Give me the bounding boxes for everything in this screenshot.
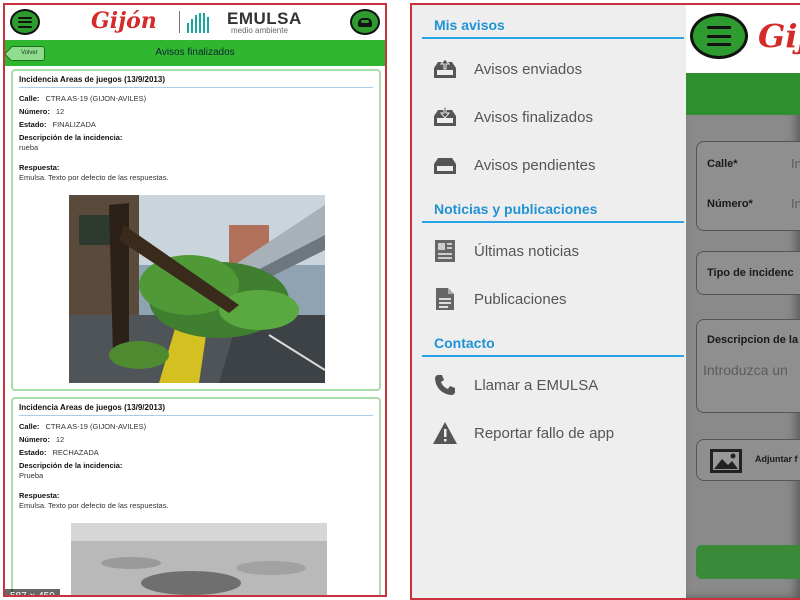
address-box: Calle* In Número* In [696, 141, 800, 231]
logo-divider [179, 11, 180, 33]
background-titlebar [686, 73, 800, 115]
adjuntar-label: Adjuntar f [755, 454, 798, 464]
car-icon [358, 17, 372, 27]
incident-card[interactable]: Incidencia Areas de juegos (13/9/2013) C… [11, 397, 381, 595]
incident-photo-fallen-tree [69, 195, 325, 383]
menu-item-label: Avisos pendientes [474, 156, 596, 174]
car-button[interactable] [350, 9, 380, 35]
menu-item-publicaciones[interactable]: Publicaciones [422, 279, 684, 319]
section-divider [422, 37, 684, 39]
menu-item-label: Reportar fallo de app [474, 424, 615, 442]
menu-item-label: Avisos finalizados [474, 108, 593, 126]
description-block: Descripción de la incidencia: rueba [19, 133, 123, 152]
gijon-logo: Gij [758, 17, 800, 55]
menu-item-ultimas-noticias[interactable]: Últimas noticias [422, 231, 684, 271]
description-value: rueba [19, 143, 39, 152]
inbox-upload-icon [432, 56, 458, 82]
navigation-drawer: Mis avisos Avisos enviados Avisos finali… [412, 5, 686, 598]
right-phone-screen: Mis avisos Avisos enviados Avisos finali… [410, 3, 800, 600]
incident-card[interactable]: Incidencia Areas de juegos (13/9/2013) C… [11, 69, 381, 391]
street-row: Calle: CTRA AS-19 (GIJON-AVILES) [19, 422, 147, 431]
street-value: CTRA AS-19 (GIJON-AVILES) [45, 94, 147, 103]
incident-photo-road [71, 523, 327, 595]
street-row: Calle: CTRA AS-19 (GIJON-AVILES) [19, 94, 147, 103]
title-bar: Avisos finalizados Volver [5, 40, 385, 66]
tipo-incidencia-select[interactable]: Tipo de incidenc [696, 251, 800, 295]
emulsa-logo-subtitle: medio ambiente [231, 26, 288, 35]
description-value: Prueba [19, 471, 44, 480]
response-value: Emulsa. Texto por defecto de las respues… [19, 501, 169, 510]
hamburger-icon [18, 16, 32, 28]
menu-item-reportar-fallo[interactable]: Reportar fallo de app [422, 413, 684, 453]
app-header: Gijón EMULSA medio ambiente [5, 5, 385, 39]
section-divider [422, 355, 684, 357]
submit-button[interactable] [696, 545, 800, 579]
phone-icon [432, 372, 458, 398]
page-title: Avisos finalizados [155, 47, 235, 58]
status-row: Estado: FINALIZADA [19, 120, 96, 129]
status-value: RECHAZADA [52, 448, 99, 457]
section-divider [422, 221, 684, 223]
image-icon [709, 448, 743, 479]
menu-item-llamar[interactable]: Llamar a EMULSA [422, 365, 684, 405]
street-value: CTRA AS-19 (GIJON-AVILES) [45, 422, 147, 431]
status-row: Estado: RECHAZADA [19, 448, 99, 457]
inbox-download-icon [432, 104, 458, 130]
menu-item-avisos-finalizados[interactable]: Avisos finalizados [422, 97, 684, 137]
menu-item-avisos-pendientes[interactable]: Avisos pendientes [422, 145, 684, 185]
numero-label: Número* [707, 198, 753, 210]
status-value: FINALIZADA [52, 120, 96, 129]
menu-item-label: Últimas noticias [474, 242, 580, 260]
newspaper-icon [432, 238, 458, 264]
back-button[interactable]: Volver [10, 46, 45, 61]
menu-item-label: Publicaciones [474, 290, 567, 308]
gijon-logo: Gijón [91, 8, 157, 34]
number-value: 12 [55, 107, 65, 116]
menu-item-label: Llamar a EMULSA [474, 376, 599, 394]
menu-button[interactable] [10, 9, 40, 35]
response-block: Respuesta: Emulsa. Texto por defecto de l… [19, 491, 169, 510]
menu-button[interactable] [690, 13, 748, 59]
calle-label: Calle* [707, 158, 738, 170]
descripcion-label: Descripcion de la [707, 334, 799, 346]
number-row: Número: 12 [19, 107, 65, 116]
inbox-icon [432, 152, 458, 178]
section-noticias: Noticias y publicaciones [434, 201, 598, 217]
description-block: Descripción de la incidencia: Prueba [19, 461, 123, 480]
number-row: Número: 12 [19, 435, 65, 444]
response-value: Emulsa. Texto por defecto de las respues… [19, 173, 169, 182]
number-value: 12 [55, 435, 65, 444]
descripcion-box[interactable]: Descripcion de la Introduzca un [696, 319, 800, 413]
section-contacto: Contacto [434, 335, 495, 351]
left-phone-screen: Gijón EMULSA medio ambiente Avisos final… [3, 3, 387, 597]
image-size-badge: 587 × 459 [5, 589, 60, 595]
menu-item-label: Avisos enviados [474, 60, 583, 78]
emulsa-logo-mark [187, 13, 209, 33]
adjuntar-button[interactable]: Adjuntar f [696, 439, 800, 481]
incident-title: Incidencia Areas de juegos (13/9/2013) [19, 75, 373, 88]
numero-input[interactable]: In [791, 196, 800, 211]
response-block: Respuesta: Emulsa. Texto por defecto de l… [19, 163, 169, 182]
calle-input[interactable]: In [791, 156, 800, 171]
document-icon [432, 286, 458, 312]
background-form-screen: Gij Calle* In Número* In Tipo de inciden… [686, 5, 800, 598]
tipo-label: Tipo de incidenc [707, 267, 794, 279]
incident-title: Incidencia Areas de juegos (13/9/2013) [19, 403, 373, 416]
hamburger-icon [707, 26, 731, 46]
warning-icon [432, 420, 458, 446]
menu-item-avisos-enviados[interactable]: Avisos enviados [422, 49, 684, 89]
section-mis-avisos: Mis avisos [434, 17, 505, 33]
descripcion-input[interactable]: Introduzca un [703, 362, 788, 378]
background-header: Gij [686, 5, 800, 73]
